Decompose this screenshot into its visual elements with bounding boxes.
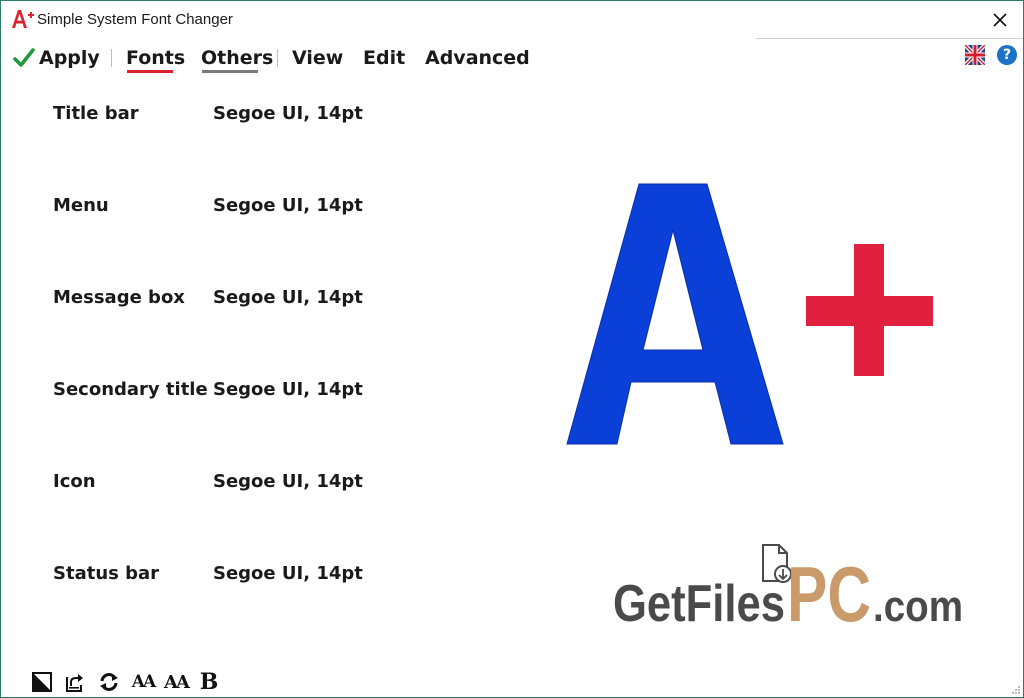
menu-separator	[111, 49, 112, 67]
row-label: Secondary title	[53, 379, 208, 400]
contrast-icon	[32, 672, 52, 692]
bold-button[interactable]: B	[196, 669, 222, 695]
row-value: Segoe UI, 14pt	[213, 287, 363, 308]
font-row-secondary-title[interactable]: Secondary title Segoe UI, 14pt	[53, 379, 373, 407]
close-button[interactable]	[987, 7, 1013, 33]
row-label: Menu	[53, 195, 109, 216]
decrease-font-button[interactable]: AA	[130, 669, 156, 695]
watermark-logo: GetFiles PC .com	[613, 544, 963, 633]
row-value: Segoe UI, 14pt	[213, 379, 363, 400]
others-tab-indicator	[202, 70, 258, 73]
checkmark-icon	[13, 48, 35, 67]
menu-separator	[277, 49, 278, 67]
row-label: Title bar	[53, 103, 139, 124]
refresh-icon	[100, 673, 118, 691]
row-value: Segoe UI, 14pt	[213, 103, 363, 124]
watermark-getfiles: GetFiles	[613, 575, 785, 633]
title-bar: Simple System Font Changer	[1, 1, 1023, 39]
refresh-button[interactable]	[96, 669, 122, 695]
app-logo-icon	[12, 10, 34, 28]
row-label: Status bar	[53, 563, 160, 584]
increase-font-button[interactable]: AA	[163, 669, 190, 695]
row-label: Message box	[53, 287, 185, 308]
row-value: Segoe UI, 14pt	[213, 471, 363, 492]
font-row-title-bar[interactable]: Title bar Segoe UI, 14pt	[53, 103, 373, 131]
export-button[interactable]	[62, 669, 88, 695]
export-icon	[66, 674, 83, 692]
help-icon[interactable]: ?	[997, 45, 1017, 65]
apply-label: Apply	[39, 47, 100, 69]
font-row-status-bar[interactable]: Status bar Segoe UI, 14pt	[53, 563, 373, 591]
font-row-message-box[interactable]: Message box Segoe UI, 14pt	[53, 287, 373, 315]
resize-grip-icon[interactable]	[1011, 685, 1021, 695]
row-value: Segoe UI, 14pt	[213, 563, 363, 584]
tab-others[interactable]: Others	[201, 45, 273, 71]
watermark-dotcom: .com	[873, 582, 963, 631]
contrast-button[interactable]	[29, 669, 55, 695]
font-row-menu[interactable]: Menu Segoe UI, 14pt	[53, 195, 373, 223]
menu-advanced[interactable]: Advanced	[425, 45, 530, 71]
fonts-tab-indicator	[127, 70, 173, 73]
app-logo-large	[566, 183, 933, 445]
title-separator	[756, 38, 1023, 39]
row-label: Icon	[53, 471, 96, 492]
menu-edit[interactable]: Edit	[363, 45, 405, 71]
watermark-pc: PC	[787, 550, 871, 633]
apply-button[interactable]: Apply	[13, 45, 100, 71]
close-icon	[993, 13, 1007, 27]
window-title: Simple System Font Changer	[37, 11, 233, 28]
row-value: Segoe UI, 14pt	[213, 195, 363, 216]
font-row-icon[interactable]: Icon Segoe UI, 14pt	[53, 471, 373, 499]
tab-fonts[interactable]: Fonts	[126, 45, 185, 71]
app-window: Simple System Font Changer Apply Fonts O…	[0, 0, 1024, 698]
menu-view[interactable]: View	[292, 45, 343, 71]
uk-flag-icon[interactable]	[965, 45, 985, 65]
